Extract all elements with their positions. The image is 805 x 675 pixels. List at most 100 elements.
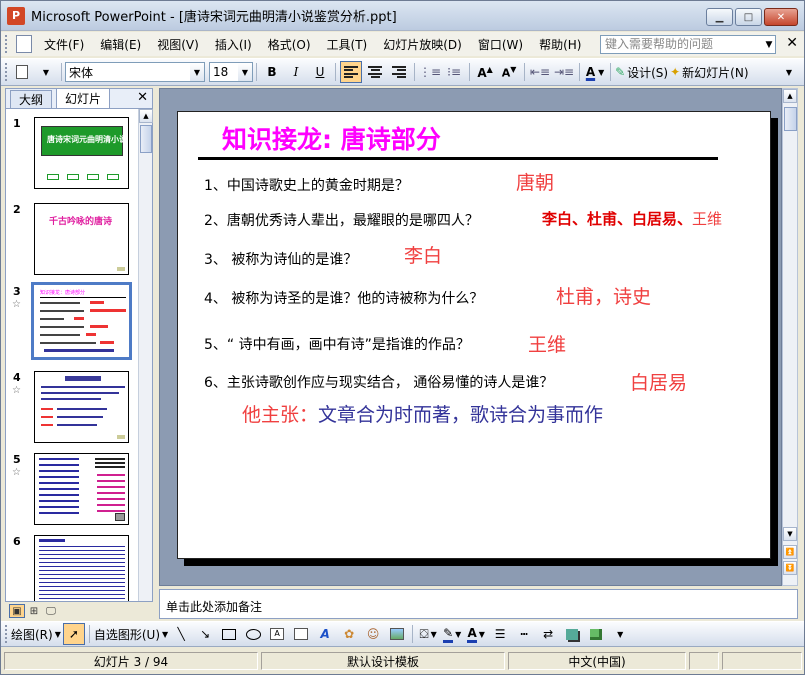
slide-sorter-icon[interactable]: ⊞ xyxy=(26,604,42,618)
vertical-text-box-icon[interactable] xyxy=(290,623,312,645)
design-button[interactable]: ✎ 设计(S) xyxy=(615,61,668,83)
document-icon[interactable] xyxy=(16,35,32,53)
slide-title[interactable]: 知识接龙: 唐诗部分 xyxy=(222,120,441,156)
tab-slides[interactable]: 幻灯片 xyxy=(56,88,111,108)
toolbar-grip[interactable] xyxy=(5,625,10,643)
chevron-down-icon[interactable]: ▼ xyxy=(479,630,485,639)
scroll-down-icon[interactable]: ▼ xyxy=(783,527,797,541)
select-pointer-icon[interactable]: ➚ xyxy=(62,623,85,645)
question-3[interactable]: 3、 被称为诗仙的是谁？ xyxy=(204,249,357,269)
menu-view[interactable]: 视图(V) xyxy=(149,36,207,53)
decrease-indent-button[interactable]: ⇤≡ xyxy=(529,61,551,83)
chevron-down-icon[interactable]: ▼ xyxy=(431,630,437,639)
fill-color-button[interactable]: ⛋ ▼ xyxy=(417,623,439,645)
scroll-up-icon[interactable]: ▲ xyxy=(139,109,153,123)
menu-insert[interactable]: 插入(I) xyxy=(207,36,260,53)
wordart-icon[interactable]: A xyxy=(314,623,336,645)
question-5[interactable]: 5、“ 诗中有画，画中有诗”是指谁的作品？ xyxy=(204,334,470,354)
slide-thumbnail-1[interactable]: 1 唐诗宋词元曲明清小说 xyxy=(6,117,138,197)
picture-icon[interactable] xyxy=(386,623,408,645)
new-slide-button[interactable]: ✦ 新幻灯片(N) xyxy=(670,61,748,83)
arrow-style-icon[interactable]: ⇄ xyxy=(537,623,559,645)
arrow-icon[interactable]: ↘ xyxy=(194,623,216,645)
menu-help[interactable]: 帮助(H) xyxy=(531,36,589,53)
decrease-font-button[interactable]: A▼ xyxy=(498,61,520,83)
normal-view-icon[interactable]: ▣ xyxy=(9,604,25,618)
shadow-style-icon[interactable] xyxy=(561,623,583,645)
chevron-down-icon[interactable]: ▼ xyxy=(238,63,252,81)
slide-thumbnail-2[interactable]: 2 千古吟咏的唐诗 xyxy=(6,203,138,283)
font-size-select[interactable]: 18 ▼ xyxy=(209,62,253,82)
slide-scrollbar[interactable]: ▲ ▼ ⏫ ⏬ xyxy=(782,88,798,586)
chevron-down-icon[interactable]: ▼ xyxy=(762,35,776,54)
menu-format[interactable]: 格式(O) xyxy=(260,36,319,53)
help-search-input[interactable]: 键入需要帮助的问题 xyxy=(600,35,776,54)
line-icon[interactable]: ╲ xyxy=(170,623,192,645)
clip-art-icon[interactable]: ☺ xyxy=(362,623,384,645)
draw-font-color-button[interactable]: A ▼ xyxy=(465,623,487,645)
close-icon[interactable]: ✕ xyxy=(786,35,798,51)
answer-3[interactable]: 李白 xyxy=(404,241,442,268)
draw-menu-button[interactable]: 绘图(R) ▼ xyxy=(11,623,61,645)
increase-indent-button[interactable]: ⇥≡ xyxy=(553,61,575,83)
poetic-claim[interactable]: 他主张：文章合为时而著，歌诗合为事而作 xyxy=(242,400,603,427)
3d-style-icon[interactable] xyxy=(585,623,607,645)
thumbnail-scrollbar[interactable]: ▲ xyxy=(138,109,153,601)
close-button[interactable]: ✕ xyxy=(764,8,798,26)
question-2[interactable]: 2、唐朝优秀诗人辈出，最耀眼的是哪四人？ xyxy=(204,210,479,230)
maximize-button[interactable]: □ xyxy=(735,8,762,26)
oval-icon[interactable] xyxy=(242,623,264,645)
slide-thumbnail-4[interactable]: 4 ☆ xyxy=(6,371,138,451)
line-style-icon[interactable]: ☰ xyxy=(489,623,511,645)
chevron-down-icon[interactable]: ▼ xyxy=(55,630,61,639)
slide-thumbnail-6[interactable]: 6 xyxy=(6,535,138,601)
question-1[interactable]: 1、中国诗歌史上的黄金时期是？ xyxy=(204,175,409,195)
diagram-icon[interactable]: ✿ xyxy=(338,623,360,645)
chevron-down-icon[interactable]: ▼ xyxy=(455,630,461,639)
underline-button[interactable]: U xyxy=(309,61,331,83)
tab-outline[interactable]: 大纲 xyxy=(10,90,53,108)
new-document-icon[interactable] xyxy=(11,61,33,83)
slide-thumbnail-3[interactable]: 3 ☆ 知识接龙：唐诗部分 xyxy=(6,282,138,365)
slide-thumbnail-5[interactable]: 5 ☆ xyxy=(6,453,138,533)
align-right-button[interactable] xyxy=(388,61,410,83)
scroll-up-icon[interactable]: ▲ xyxy=(783,89,797,103)
chevron-down-icon[interactable]: ▼ xyxy=(190,63,204,81)
font-name-select[interactable]: 宋体 ▼ xyxy=(65,62,205,82)
menu-file[interactable]: 文件(F) xyxy=(36,36,92,53)
toolbar-options-icon[interactable]: ▼ xyxy=(778,61,800,83)
answer-4[interactable]: 杜甫，诗史 xyxy=(556,282,651,309)
chevron-down-icon[interactable]: ▼ xyxy=(598,68,604,77)
numbering-button[interactable]: ⋮≡ xyxy=(419,61,441,83)
question-6[interactable]: 6、主张诗歌创作应与现实结合， 通俗易懂的诗人是谁？ xyxy=(204,372,553,392)
slideshow-view-icon[interactable]: 🖵 xyxy=(43,604,59,618)
question-4[interactable]: 4、 被称为诗圣的是谁？他的诗被称为什么？ xyxy=(204,288,483,308)
increase-font-button[interactable]: A▲ xyxy=(474,61,496,83)
menu-edit[interactable]: 编辑(E) xyxy=(92,36,149,53)
menu-slideshow[interactable]: 幻灯片放映(D) xyxy=(375,36,470,53)
toolbar-grip[interactable] xyxy=(5,63,10,81)
align-left-button[interactable] xyxy=(340,61,362,83)
notes-pane[interactable]: 单击此处添加备注 xyxy=(159,589,798,619)
answer-5[interactable]: 王维 xyxy=(528,330,566,357)
answer-6[interactable]: 白居易 xyxy=(630,368,687,395)
toolbar-grip[interactable] xyxy=(5,35,10,53)
toolbar-options-icon[interactable]: ▼ xyxy=(609,623,631,645)
scroll-thumb[interactable] xyxy=(784,107,797,131)
bold-button[interactable]: B xyxy=(261,61,283,83)
font-color-button[interactable]: A ▼ xyxy=(584,61,606,83)
italic-button[interactable]: I xyxy=(285,61,307,83)
answer-2[interactable]: 李白、杜甫、白居易、王维 xyxy=(542,208,722,229)
menu-window[interactable]: 窗口(W) xyxy=(470,36,531,53)
next-slide-icon[interactable]: ⏬ xyxy=(783,561,797,575)
line-color-button[interactable]: ✎ ▼ xyxy=(441,623,463,645)
autoshapes-button[interactable]: 自选图形(U) ▼ xyxy=(94,623,168,645)
previous-slide-icon[interactable]: ⏫ xyxy=(783,545,797,559)
close-icon[interactable]: ✕ xyxy=(137,90,148,105)
chevron-down-icon[interactable]: ▼ xyxy=(162,630,168,639)
text-box-icon[interactable]: A xyxy=(266,623,288,645)
scroll-thumb[interactable] xyxy=(140,125,152,153)
answer-1[interactable]: 唐朝 xyxy=(516,168,554,195)
align-center-button[interactable] xyxy=(364,61,386,83)
minimize-button[interactable]: ▁ xyxy=(706,8,733,26)
